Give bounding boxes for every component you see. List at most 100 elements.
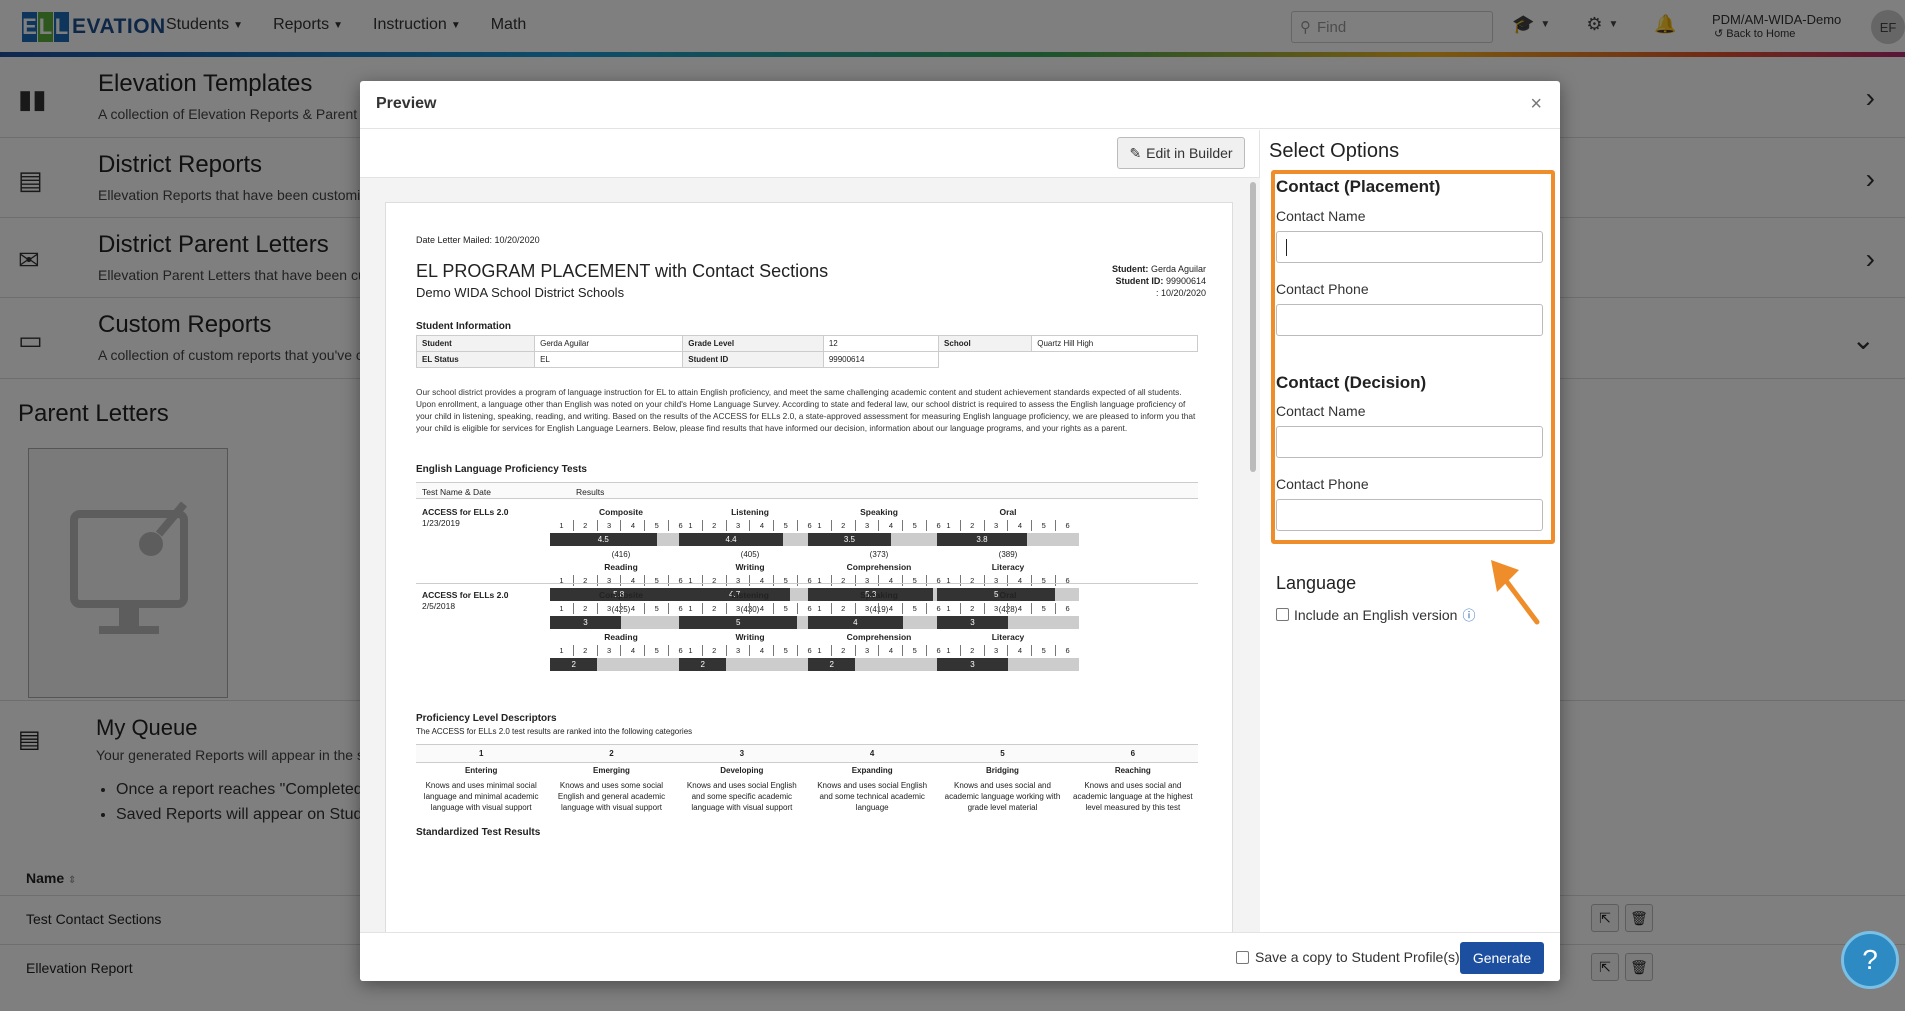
scale-tick: 6: [1065, 521, 1070, 530]
scale-tick: 3: [856, 520, 880, 531]
preview-pane: ✎ Edit in Builder Date Letter Mailed: 10…: [360, 130, 1260, 932]
level-number: 2: [546, 744, 677, 763]
scale-score: (389): [998, 550, 1018, 559]
decision-contact-phone-input[interactable]: [1276, 499, 1543, 531]
scale-tick: 2: [961, 575, 985, 586]
gauge-scale: 123456: [679, 645, 821, 656]
scale-tick: 5: [903, 575, 928, 586]
scale-tick: 2: [961, 520, 985, 531]
letter-document: Date Letter Mailed: 10/20/2020 EL PROGRA…: [385, 202, 1233, 932]
test-name: ACCESS for ELLs 2.0: [422, 590, 509, 600]
scale-tick: 4: [621, 603, 646, 614]
scale-tick: 1: [550, 520, 574, 531]
level-number: 6: [1067, 744, 1198, 763]
scrollbar[interactable]: [1250, 182, 1256, 472]
modal-title: Preview: [376, 95, 437, 112]
scale-tick: 4: [1008, 575, 1033, 586]
gauge-bar: 5: [679, 616, 821, 629]
generate-button[interactable]: Generate: [1460, 942, 1544, 974]
score-gauge: Speaking 1 2 3 4 5 6 3.5 (373): [808, 507, 950, 559]
scale-tick: 2: [703, 575, 727, 586]
level-name: Entering: [464, 766, 498, 775]
language-heading: Language: [1276, 573, 1357, 593]
scale-tick: 4: [879, 645, 904, 656]
level-description: Knows and uses social and academic langu…: [1073, 781, 1193, 812]
arrow-annotation: [1491, 560, 1540, 625]
gauge-bar: 3.8: [937, 533, 1079, 546]
gauge-bar: 4.4: [679, 533, 821, 546]
gauge-scale: 123456: [550, 575, 692, 586]
scale-tick: 1: [679, 603, 703, 614]
level-name: Bridging: [986, 766, 1019, 775]
scale-tick: 5: [1032, 645, 1057, 656]
contact-name-label: Contact Name: [1276, 208, 1366, 224]
student-info-table: Student Gerda Aguilar Grade Level 12 Schoo…: [415, 335, 1198, 368]
placement-contact-phone-input[interactable]: [1276, 304, 1543, 336]
divider: [416, 583, 1198, 584]
score-gauge: Writing 1 2 3 4 5 6 2: [679, 632, 821, 671]
gauge-scale: 123456: [679, 575, 821, 586]
student-info-heading: Student Information: [416, 321, 511, 332]
letter-title: EL PROGRAM PLACEMENT with Contact Sectio…: [416, 261, 829, 281]
close-icon[interactable]: ×: [1530, 93, 1542, 116]
score-gauge: Reading 1 2 3 4 5 6 2: [550, 632, 692, 671]
test-name: ACCESS for ELLs 2.0: [422, 507, 509, 517]
scale-tick: 1: [550, 575, 574, 586]
gauge-fill: 3: [550, 616, 621, 629]
gauge-bar: 4.5: [550, 533, 692, 546]
level-descriptors-table: 123456 Entering Emerging Developing Expandi…: [416, 744, 1198, 815]
scale-tick: 1: [808, 603, 832, 614]
save-copy-checkbox[interactable]: [1236, 950, 1249, 964]
scale-tick: 2: [832, 520, 856, 531]
scale-tick: 3: [727, 575, 751, 586]
gauge-label: Literacy: [991, 562, 1025, 572]
contact-name-label: Contact Name: [1276, 403, 1366, 419]
scale-tick: 6: [1065, 604, 1070, 613]
scale-tick: 1: [937, 645, 961, 656]
scale-tick: 2: [961, 645, 985, 656]
include-english-option[interactable]: Include an English version ⓘ: [1276, 605, 1475, 624]
scale-tick: 5: [903, 603, 928, 614]
gauge-bar: 4: [808, 616, 950, 629]
gauge-label: Writing: [735, 562, 765, 572]
select-options-panel: Select Options Contact (Placement) Conta…: [1261, 130, 1560, 932]
scale-tick: 3: [856, 575, 880, 586]
scale-tick: 5: [645, 645, 670, 656]
level-description: Knows and uses some social English and g…: [557, 781, 666, 812]
gauge-bar: 2: [679, 658, 821, 671]
document-scroll-area[interactable]: Date Letter Mailed: 10/20/2020 EL PROGRA…: [360, 177, 1260, 932]
gauge-scale: 123456: [937, 520, 1079, 531]
scale-tick: 1: [679, 575, 703, 586]
scale-tick: 2: [574, 520, 598, 531]
scale-tick: 4: [1008, 645, 1033, 656]
scale-tick: 1: [808, 575, 832, 586]
gauge-bar: 2: [808, 658, 950, 671]
gauge-scale: 123456: [679, 603, 821, 614]
placement-contact-name-input[interactable]: [1276, 231, 1543, 263]
gauge-label: Oral: [999, 590, 1017, 600]
gauge-bar: 3: [550, 616, 692, 629]
scale-tick: 4: [750, 520, 775, 531]
decision-contact-name-input[interactable]: [1276, 426, 1543, 458]
help-icon[interactable]: ?: [1841, 931, 1899, 989]
scale-tick: 2: [574, 645, 598, 656]
level-name: Reaching: [1114, 766, 1151, 775]
include-english-checkbox[interactable]: [1276, 608, 1289, 621]
intro-paragraph: Our school district provides a program o…: [416, 387, 1196, 433]
pencil-icon: ✎: [1129, 144, 1142, 161]
gauge-label: Comprehension: [846, 562, 912, 572]
save-copy-option[interactable]: Save a copy to Student Profile(s): [1236, 949, 1460, 965]
gauge-label: Oral: [999, 507, 1017, 517]
gauge-scale: 123456: [550, 603, 692, 614]
gauge-scale: 123456: [550, 520, 692, 531]
scale-tick: 3: [727, 603, 751, 614]
scale-tick: 2: [703, 645, 727, 656]
contact-placement-heading: Contact (Placement): [1276, 177, 1441, 196]
scale-tick: 4: [879, 575, 904, 586]
scale-tick: 1: [937, 575, 961, 586]
gauge-scale: 123456: [937, 645, 1079, 656]
info-icon[interactable]: ⓘ: [1462, 605, 1475, 624]
edit-in-builder-button[interactable]: ✎ Edit in Builder: [1117, 137, 1245, 169]
scale-tick: 4: [1008, 603, 1033, 614]
gauge-fill: 3.8: [937, 533, 1027, 546]
